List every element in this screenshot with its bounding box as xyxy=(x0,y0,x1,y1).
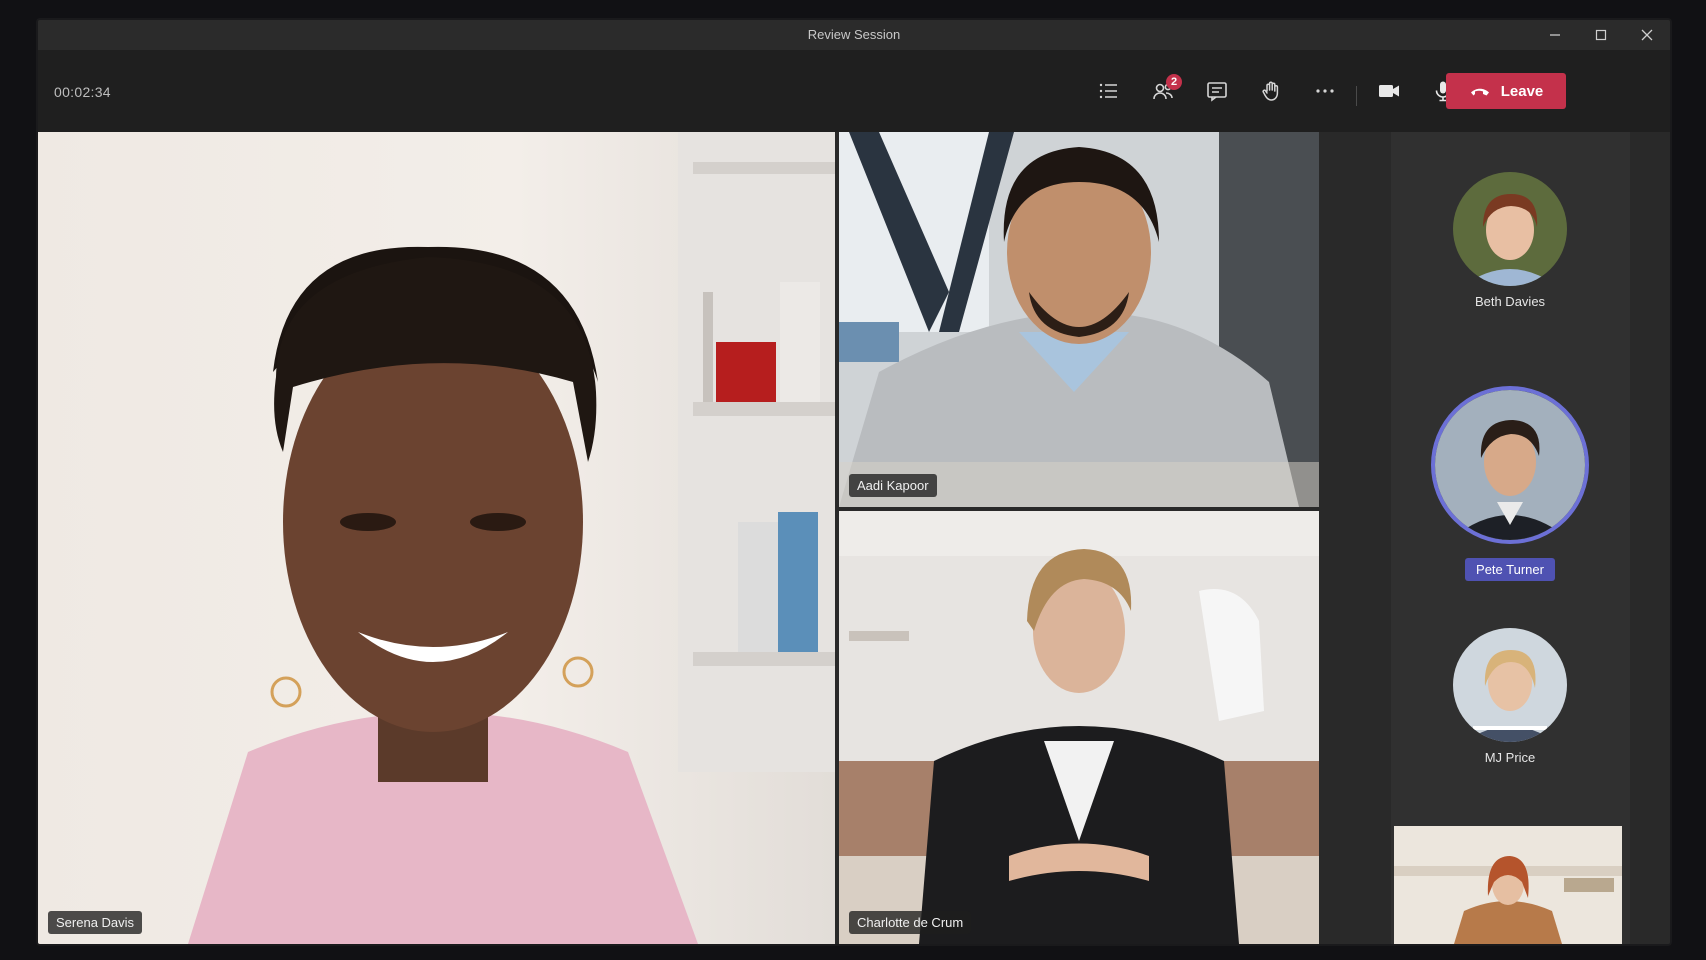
maximize-button[interactable] xyxy=(1578,20,1624,50)
more-icon xyxy=(1316,89,1334,93)
meeting-window: Review Session 00:02:34 2 Leave Serena D… xyxy=(38,20,1670,944)
title-bar: Review Session xyxy=(38,20,1670,50)
participant-roster: Beth Davies Pete Turner MJ Price xyxy=(1391,132,1630,944)
list-icon xyxy=(1099,83,1117,99)
camera-icon xyxy=(1379,85,1399,97)
participant-name: MJ Price xyxy=(1484,750,1536,765)
meeting-toolbar: 00:02:34 2 Leave xyxy=(38,50,1670,132)
self-video xyxy=(1394,826,1622,944)
device-frame: Review Session 00:02:34 2 Leave Serena D… xyxy=(0,0,1706,960)
chat-icon xyxy=(1207,82,1227,102)
leave-button[interactable]: Leave xyxy=(1446,73,1566,109)
participant-video xyxy=(38,132,835,944)
minimize-button[interactable] xyxy=(1532,20,1578,50)
video-stage: Serena Davis Aadi Kapoor Charlotte de Cr… xyxy=(38,132,1670,944)
participant-video xyxy=(839,132,1319,507)
avatar-mj-price[interactable] xyxy=(1453,628,1567,742)
window-title: Review Session xyxy=(807,27,901,42)
participant-name-label: Charlotte de Crum xyxy=(849,911,972,934)
avatar-image xyxy=(1453,172,1567,286)
raise-hand-icon xyxy=(1262,81,1279,101)
toolbar-divider xyxy=(1356,86,1357,106)
show-list-button[interactable] xyxy=(1088,72,1130,110)
call-timer: 00:02:34 xyxy=(54,84,111,100)
participants-button[interactable]: 2 xyxy=(1142,72,1184,110)
participant-name: Beth Davies xyxy=(1474,294,1546,309)
phone-hangup-icon xyxy=(1470,88,1489,96)
participant-video xyxy=(839,511,1319,944)
participants-badge: 2 xyxy=(1166,74,1182,90)
participant-name-label: Serena Davis xyxy=(48,911,143,934)
video-tile-top-right[interactable]: Aadi Kapoor xyxy=(839,132,1319,507)
camera-button[interactable] xyxy=(1368,72,1410,110)
avatar-beth-davies[interactable] xyxy=(1453,172,1567,286)
video-tile-main[interactable]: Serena Davis xyxy=(38,132,835,944)
participant-name-label: Aadi Kapoor xyxy=(849,474,937,497)
self-view-tile[interactable] xyxy=(1394,826,1622,944)
participant-name-active: Pete Turner xyxy=(1465,558,1555,581)
close-button[interactable] xyxy=(1624,20,1670,50)
chat-button[interactable] xyxy=(1196,72,1238,110)
video-tile-bottom-right[interactable]: Charlotte de Crum xyxy=(839,511,1319,944)
avatar-pete-turner[interactable] xyxy=(1431,386,1589,544)
close-icon xyxy=(1641,29,1653,41)
more-options-button[interactable] xyxy=(1304,72,1346,110)
avatar-image xyxy=(1435,390,1585,540)
maximize-icon xyxy=(1595,29,1607,41)
minimize-icon xyxy=(1550,34,1560,36)
raise-hand-button[interactable] xyxy=(1250,72,1292,110)
leave-label: Leave xyxy=(1500,82,1544,100)
avatar-image xyxy=(1453,628,1567,742)
